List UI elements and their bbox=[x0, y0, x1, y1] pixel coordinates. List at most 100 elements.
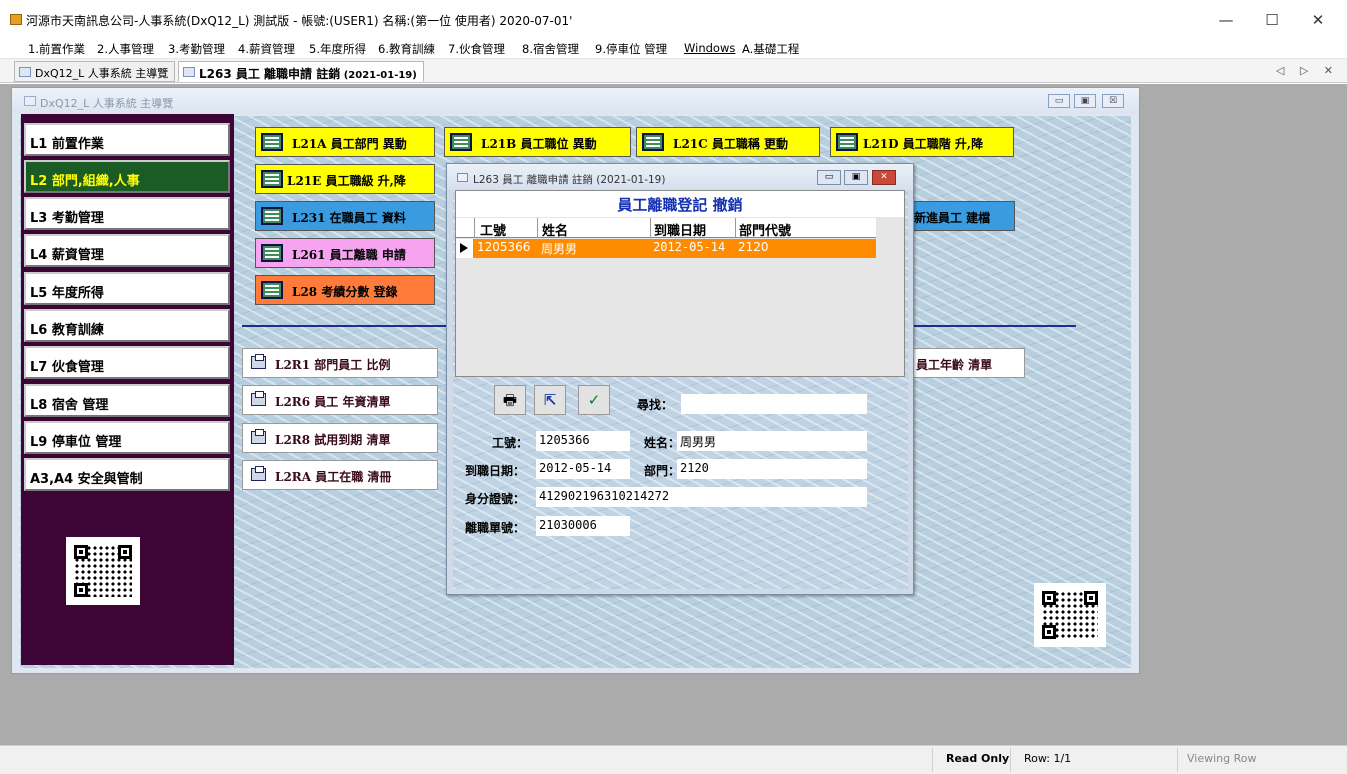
resign-no-field[interactable]: 21030006 bbox=[536, 516, 630, 536]
tab-nav-arrows[interactable]: ◁ ▷ ✕ bbox=[1276, 64, 1339, 77]
child-restore-button[interactable]: ▣ bbox=[1074, 94, 1096, 108]
id-field[interactable]: 1205366 bbox=[536, 431, 630, 451]
menu-item-1[interactable]: 1.前置作業 bbox=[28, 41, 85, 57]
sidebar-item-l7[interactable]: L7 伙食管理 bbox=[24, 346, 230, 379]
cell-dept: 2120 bbox=[738, 240, 769, 254]
sidebar-item-l4[interactable]: L4 薪資管理 bbox=[24, 234, 230, 267]
dialog-close-button[interactable]: ✕ bbox=[872, 170, 896, 185]
col-header-start[interactable]: 到職日期 bbox=[654, 220, 706, 239]
exit-button[interactable]: ⇱ bbox=[534, 385, 566, 415]
maximize-button[interactable]: ☐ bbox=[1249, 8, 1295, 32]
l21c-button[interactable]: L21C 員工職稱 更動 bbox=[636, 127, 820, 157]
child-close-button[interactable]: ☒ bbox=[1102, 94, 1124, 108]
col-header-name[interactable]: 姓名 bbox=[542, 220, 568, 239]
name-label: 姓名： bbox=[644, 436, 681, 450]
l24-button[interactable]: 新進員工 建檔 bbox=[905, 201, 1015, 231]
l261-label: L261 員工離職 申請 bbox=[292, 248, 406, 262]
menu-item-5[interactable]: 5.年度所得 bbox=[309, 41, 366, 57]
l2ra-button[interactable]: L2RA 員工在職 清冊 bbox=[242, 460, 438, 490]
dept-field[interactable]: 2120 bbox=[677, 459, 867, 479]
tab-label-date: (2021-01-19) bbox=[343, 70, 417, 81]
l2r1-button[interactable]: L2R1 部門員工 比例 bbox=[242, 348, 438, 378]
tab-label: L263 員工 離職申請 註銷 bbox=[199, 67, 341, 81]
table-row[interactable]: 1205366 周男男 2012-05-14 2120 bbox=[456, 239, 876, 258]
menu-item-windows[interactable]: Windows bbox=[684, 41, 735, 55]
l2r8-button[interactable]: L2R8 試用到期 清單 bbox=[242, 423, 438, 453]
start-date-label: 到職日期： bbox=[465, 464, 526, 478]
sidebar-item-l6[interactable]: L6 教育訓練 bbox=[24, 309, 230, 342]
tab-main-nav[interactable]: DxQ12_L 人事系統 主導覽 bbox=[14, 61, 176, 82]
menu-item-4[interactable]: 4.薪資管理 bbox=[238, 41, 295, 57]
form-icon bbox=[457, 173, 468, 182]
divider-line bbox=[242, 325, 446, 327]
l21b-button[interactable]: L21B 員工職位 異動 bbox=[444, 127, 631, 157]
form-icon bbox=[261, 133, 283, 151]
dialog-titlebar[interactable]: L263 員工 離職申請 註銷 (2021-01-19) ▭ ▣ ✕ bbox=[447, 164, 913, 190]
l2r6-label: L2R6 員工 年資清單 bbox=[275, 395, 391, 409]
l2r1-label: L2R1 部門員工 比例 bbox=[275, 358, 391, 372]
col-header-id[interactable]: 工號 bbox=[480, 220, 506, 239]
form-icon bbox=[450, 133, 472, 151]
menu-item-6[interactable]: 6.教育訓練 bbox=[378, 41, 435, 57]
form-icon bbox=[24, 96, 36, 106]
menu-item-2[interactable]: 2.人事管理 bbox=[97, 41, 154, 57]
col-header-dept[interactable]: 部門代號 bbox=[739, 220, 791, 239]
form-icon bbox=[19, 67, 31, 77]
app-icon bbox=[10, 14, 22, 25]
row-pointer-icon bbox=[460, 243, 468, 253]
printer-icon bbox=[251, 391, 266, 406]
row-indicator bbox=[456, 239, 474, 258]
sidebar-item-l5[interactable]: L5 年度所得 bbox=[24, 272, 230, 305]
start-date-field[interactable]: 2012-05-14 bbox=[536, 459, 630, 479]
l21d-button[interactable]: L21D 員工職階 升,降 bbox=[830, 127, 1014, 157]
print-button[interactable]: 🖶 bbox=[494, 385, 526, 415]
main-nav-titlebar: DxQ12_L 人事系統 主導覽 ▭ ▣ ☒ bbox=[12, 88, 1139, 114]
tab-l263[interactable]: L263 員工 離職申請 註銷 (2021-01-19) bbox=[178, 61, 424, 82]
form-icon bbox=[261, 244, 283, 262]
id-label: 工號： bbox=[492, 436, 529, 450]
idcard-field[interactable]: 412902196310214272 bbox=[536, 487, 867, 507]
l2r6-button[interactable]: L2R6 員工 年資清單 bbox=[242, 385, 438, 415]
name-field[interactable]: 周男男 bbox=[677, 431, 867, 451]
sidebar-item-a3a4[interactable]: A3,A4 安全與管制 bbox=[24, 458, 230, 491]
age-report-button[interactable]: 員工年齡 清單 bbox=[905, 348, 1025, 378]
menu-item-9[interactable]: 9.停車位 管理 bbox=[595, 41, 667, 57]
close-button[interactable]: ✕ bbox=[1295, 8, 1341, 32]
form-icon bbox=[836, 133, 858, 151]
menu-item-8[interactable]: 8.宿舍管理 bbox=[522, 41, 579, 57]
l2ra-label: L2RA 員工在職 清冊 bbox=[275, 470, 392, 484]
l261-button[interactable]: L261 員工離職 申請 bbox=[255, 238, 435, 268]
dialog-title: L263 員工 離職申請 註銷 (2021-01-19) bbox=[473, 174, 666, 186]
dept-label: 部門： bbox=[644, 464, 681, 478]
l24-label: 新進員工 建檔 bbox=[914, 211, 991, 225]
l21d-label: L21D 員工職階 升,降 bbox=[863, 137, 984, 151]
menu-item-a[interactable]: A.基礎工程 bbox=[742, 41, 799, 57]
cell-id: 1205366 bbox=[477, 240, 531, 254]
l21a-button[interactable]: L21A 員工部門 異動 bbox=[255, 127, 435, 157]
sidebar-item-l2[interactable]: L2 部門,組織,人事 bbox=[24, 160, 230, 193]
minimize-button[interactable]: — bbox=[1203, 8, 1249, 32]
confirm-button[interactable]: ✓ bbox=[578, 385, 610, 415]
sidebar-item-l8[interactable]: L8 宿舍 管理 bbox=[24, 384, 230, 417]
dialog-restore-button[interactable]: ▣ bbox=[844, 170, 868, 185]
l21e-button[interactable]: L21E 員工職級 升,降 bbox=[255, 164, 435, 194]
search-input[interactable] bbox=[681, 394, 867, 414]
status-readonly: Read Only bbox=[946, 752, 1010, 765]
form-icon bbox=[261, 207, 283, 225]
l28-button[interactable]: L28 考績分數 登錄 bbox=[255, 275, 435, 305]
menu-item-7[interactable]: 7.伙食管理 bbox=[448, 41, 505, 57]
menu-item-3[interactable]: 3.考勤管理 bbox=[168, 41, 225, 57]
form-icon bbox=[642, 133, 664, 151]
l231-button[interactable]: L231 在職員工 資料 bbox=[255, 201, 435, 231]
sidebar-item-l9[interactable]: L9 停車位 管理 bbox=[24, 421, 230, 454]
l2r8-label: L2R8 試用到期 清單 bbox=[275, 433, 391, 447]
age-report-label: 員工年齡 清單 bbox=[916, 358, 993, 372]
dialog-minimize-button[interactable]: ▭ bbox=[817, 170, 841, 185]
child-minimize-button[interactable]: ▭ bbox=[1048, 94, 1070, 108]
printer-icon bbox=[251, 466, 266, 481]
main-nav-title: DxQ12_L 人事系統 主導覽 bbox=[40, 97, 174, 110]
idcard-label: 身分證號： bbox=[465, 492, 526, 506]
sidebar-item-l1[interactable]: L1 前置作業 bbox=[24, 123, 230, 156]
l21a-label: L21A 員工部門 異動 bbox=[292, 137, 407, 151]
sidebar-item-l3[interactable]: L3 考勤管理 bbox=[24, 197, 230, 230]
